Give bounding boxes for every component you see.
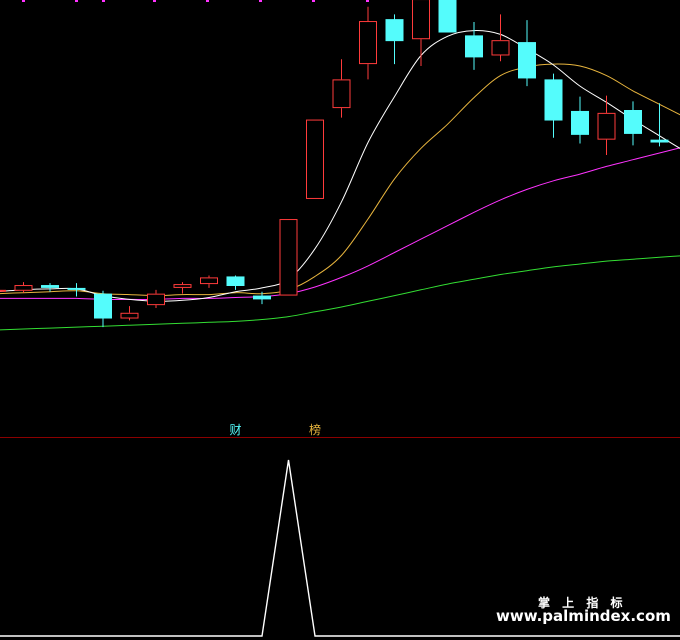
candle: [332, 59, 351, 118]
candle: [518, 20, 536, 87]
candle: [650, 103, 669, 147]
candle: [14, 282, 33, 293]
candle: [359, 6, 377, 80]
candle-body: [332, 79, 351, 109]
candle-body: [226, 276, 245, 286]
top-tick-mark: [366, 0, 369, 2]
candle-body: [465, 35, 483, 58]
watermark-url: www.palmindex.com: [496, 607, 671, 625]
candle-body: [624, 110, 642, 134]
candle: [571, 96, 589, 144]
candle-body: [0, 289, 6, 292]
candle: [306, 119, 324, 199]
top-tick-mark: [206, 0, 209, 2]
candle: [200, 275, 218, 288]
candle-body: [544, 79, 563, 121]
top-tick-mark: [75, 0, 78, 2]
candle-body: [173, 284, 192, 288]
moving-averages: [0, 30, 680, 331]
candle: [597, 95, 616, 155]
top-tick-mark: [22, 0, 25, 2]
top-tick-mark: [312, 0, 315, 2]
candle-body: [67, 287, 86, 290]
candle-body: [14, 285, 33, 291]
candles: [0, 0, 669, 328]
candle: [438, 0, 457, 33]
marker-label: 财: [229, 423, 241, 437]
candle: [226, 275, 245, 290]
candle-body: [306, 119, 324, 199]
candle-body: [359, 21, 377, 65]
ma5-line: [0, 30, 680, 302]
top-tick-mark: [153, 0, 156, 2]
candle-body: [94, 293, 112, 319]
candle: [465, 22, 483, 70]
candle: [94, 290, 112, 328]
candle-body: [147, 293, 165, 306]
candle: [624, 101, 642, 146]
ma20-line: [0, 147, 680, 300]
candle-body: [571, 110, 589, 135]
candle-body: [597, 112, 616, 140]
candle: [173, 282, 192, 294]
candle-body: [279, 219, 298, 296]
candle-body: [438, 0, 457, 33]
candle-body: [650, 139, 669, 143]
top-tick-mark: [102, 0, 105, 2]
candle-body: [385, 19, 404, 42]
candle: [147, 289, 165, 308]
event-markers: 财榜: [229, 422, 321, 437]
candle: [67, 283, 86, 297]
candle-body: [412, 0, 430, 40]
candle: [120, 306, 139, 321]
candle: [544, 73, 563, 138]
marker-label: 榜: [309, 422, 321, 437]
candle-body: [120, 312, 139, 319]
candle: [385, 14, 404, 65]
candle: [491, 14, 510, 62]
candle-body: [491, 40, 510, 56]
ma60-line: [0, 255, 680, 331]
stock-chart: 财榜 12.57: [0, 0, 680, 637]
top-ticks: [22, 0, 369, 2]
candle: [412, 0, 430, 66]
top-tick-mark: [259, 0, 262, 2]
candle-body: [518, 42, 536, 79]
candle-body: [253, 295, 271, 300]
candle: [279, 219, 298, 296]
candle: [41, 283, 59, 292]
candle-body: [41, 285, 59, 288]
candle-body: [200, 277, 218, 285]
